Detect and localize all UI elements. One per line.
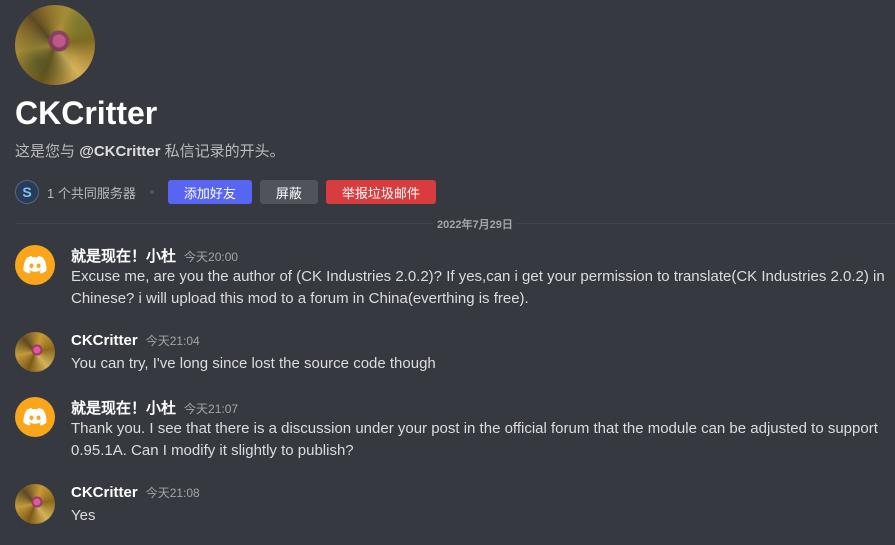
discord-icon — [23, 256, 47, 274]
mutual-servers-link[interactable]: 1 个共同服务器 — [47, 183, 136, 202]
intro-handle[interactable]: @CKCritter — [79, 143, 160, 160]
message: CKCritter 今天21:04 You can try, I've long… — [15, 332, 890, 375]
message-timestamp: 今天20:00 — [184, 250, 239, 264]
profile-name: CKCritter — [15, 95, 158, 131]
mutual-server-icon[interactable]: S — [15, 180, 39, 204]
message-timestamp: 今天21:07 — [184, 402, 239, 416]
date-divider-label: 2022年7月29日 — [433, 216, 517, 232]
message-author[interactable]: CKCritter — [71, 332, 138, 349]
dm-intro-text: 这是您与 @CKCritter 私信记录的开头。 — [15, 140, 885, 161]
message-content: Thank you. I see that there is a discuss… — [71, 420, 878, 459]
message-author[interactable]: 就是现在！小杜 — [71, 397, 176, 418]
message: 就是现在！小杜 今天21:07 Thank you. I see that th… — [15, 397, 890, 462]
block-button[interactable]: 屏蔽 — [259, 180, 318, 204]
discord-icon — [23, 408, 47, 426]
add-friend-button[interactable]: 添加好友 — [167, 180, 252, 204]
profile-avatar[interactable] — [15, 5, 95, 85]
discord-avatar[interactable] — [15, 245, 55, 285]
discord-avatar[interactable] — [15, 397, 55, 437]
intro-suffix: 私信记录的开头。 — [164, 143, 285, 160]
message-content: You can try, I've long since lost the so… — [71, 355, 436, 372]
message-timestamp: 今天21:08 — [145, 486, 200, 500]
message-author[interactable]: 就是现在！小杜 — [71, 245, 176, 266]
profile-actions: S 1 个共同服务器 添加好友 屏蔽 举报垃圾邮件 — [15, 180, 885, 204]
message: CKCritter 今天21:08 Yes — [15, 484, 890, 527]
message-timestamp: 今天21:04 — [145, 334, 200, 348]
message-content: Excuse me, are you the author of (CK Ind… — [71, 268, 885, 307]
message-content: Yes — [71, 507, 96, 524]
message-author[interactable]: CKCritter — [71, 484, 138, 501]
message: 就是现在！小杜 今天20:00 Excuse me, are you the a… — [15, 245, 890, 310]
report-spam-button[interactable]: 举报垃圾邮件 — [325, 180, 436, 204]
critter-avatar[interactable] — [15, 332, 55, 372]
separator-dot — [149, 190, 154, 194]
dm-header: CKCritter 这是您与 @CKCritter 私信记录的开头。 S 1 个… — [15, 5, 885, 204]
critter-avatar[interactable] — [15, 484, 55, 524]
intro-prefix: 这是您与 — [15, 143, 76, 160]
